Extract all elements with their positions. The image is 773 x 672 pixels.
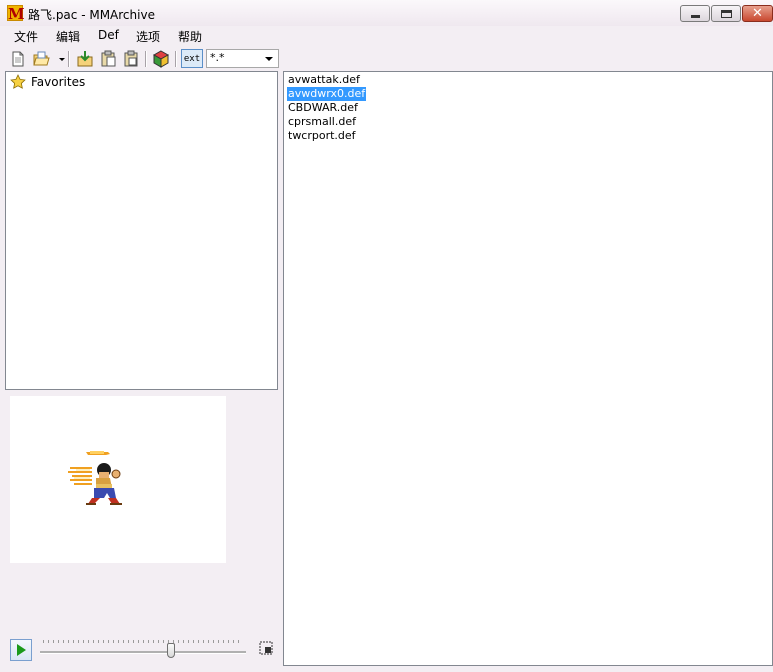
sprite-image	[68, 451, 122, 505]
menu-options[interactable]: 选项	[136, 28, 160, 45]
play-icon	[17, 644, 26, 656]
filter-value: *.*	[210, 51, 225, 64]
slider-track	[40, 651, 246, 654]
window-title: 路飞.pac - MMArchive	[28, 8, 155, 22]
cube-icon	[152, 50, 170, 68]
maximize-icon	[721, 10, 732, 18]
toolbar-separator	[175, 51, 177, 67]
menu-def[interactable]: Def	[98, 28, 119, 42]
menu-file[interactable]: 文件	[14, 28, 38, 45]
sprite-preview	[10, 396, 226, 563]
list-item-selected[interactable]: avwdwrx0.def	[287, 87, 367, 101]
extract-icon	[77, 51, 93, 67]
paste-button[interactable]	[122, 50, 140, 68]
menu-edit[interactable]: 编辑	[56, 28, 80, 45]
open-folder-icon	[33, 51, 50, 66]
close-button[interactable]: ✕	[742, 5, 773, 22]
favorites-tree[interactable]: Favorites	[5, 71, 278, 390]
minimize-button[interactable]	[680, 5, 710, 22]
toolbar-separator	[145, 51, 147, 67]
list-item[interactable]: cprsmall.def	[287, 115, 357, 129]
title-bar[interactable]: M 路飞.pac - MMArchive ✕	[0, 0, 773, 26]
clipboard-button[interactable]	[99, 50, 117, 68]
ext-toggle-button[interactable]: ext	[181, 49, 203, 68]
open-button[interactable]	[32, 50, 50, 68]
filter-select[interactable]: *.*	[206, 49, 279, 68]
list-item[interactable]: twcrport.def	[287, 129, 357, 143]
toolbar: ext *.*	[0, 46, 773, 72]
menu-bar: 文件 编辑 Def 选项 帮助	[0, 26, 773, 46]
cube-button[interactable]	[152, 50, 170, 68]
app-logo-icon: M	[7, 5, 25, 23]
open-dropdown-button[interactable]	[53, 50, 65, 68]
file-list[interactable]: avwattak.def avwdwrx0.def CBDWAR.def cpr…	[283, 71, 773, 666]
new-document-icon	[12, 51, 24, 67]
play-button[interactable]	[10, 639, 32, 661]
list-item[interactable]: avwattak.def	[287, 73, 361, 87]
minimize-icon	[691, 15, 700, 18]
star-icon	[10, 74, 26, 89]
frame-select-icon[interactable]	[259, 641, 273, 655]
slider-ticks	[43, 640, 243, 643]
extract-button[interactable]	[76, 50, 94, 68]
clipboard-icon	[101, 50, 116, 67]
frame-slider[interactable]	[39, 637, 247, 663]
paste-icon	[124, 50, 138, 67]
tree-item-label: Favorites	[31, 75, 86, 89]
menu-help[interactable]: 帮助	[178, 28, 202, 45]
list-item[interactable]: CBDWAR.def	[287, 101, 359, 115]
chevron-down-icon	[265, 57, 273, 61]
toolbar-separator	[68, 51, 70, 67]
close-icon: ✕	[752, 6, 763, 21]
slider-thumb[interactable]	[166, 643, 175, 658]
maximize-button[interactable]	[711, 5, 741, 22]
new-button[interactable]	[9, 50, 27, 68]
